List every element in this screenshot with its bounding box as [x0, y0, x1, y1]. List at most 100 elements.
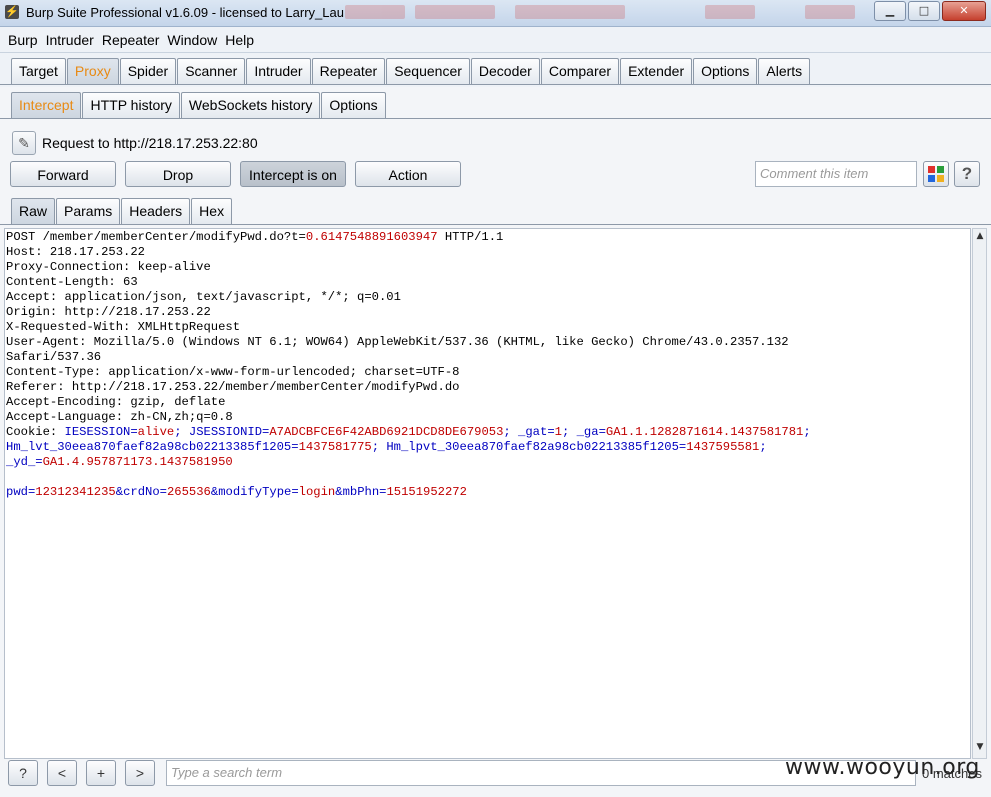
tab-extender[interactable]: Extender: [620, 58, 693, 84]
tab-spider[interactable]: Spider: [119, 58, 177, 84]
tab-target[interactable]: Target: [11, 58, 66, 84]
scroll-down-icon[interactable]: ▼: [974, 742, 986, 756]
param-value: 265536: [166, 485, 211, 499]
help-button[interactable]: ?: [954, 161, 980, 187]
param-name: modifyType: [218, 485, 292, 499]
request-line: X-Requested-With: XMLHttpRequest: [5, 320, 970, 335]
forward-button[interactable]: Forward: [10, 161, 116, 187]
search-previous-button[interactable]: <: [47, 760, 77, 786]
request-line: Referer: http://218.17.253.22/member/mem…: [5, 380, 970, 395]
param-name: &: [115, 485, 124, 499]
request-target-label: Request to http://218.17.253.22:80: [42, 135, 258, 151]
search-next-button[interactable]: >: [125, 760, 155, 786]
param-name: ;: [503, 425, 519, 439]
color-swatch-green: [937, 166, 944, 173]
menu-window[interactable]: Window: [167, 32, 217, 48]
search-options-button[interactable]: +: [86, 760, 116, 786]
param-name: ;: [759, 440, 767, 454]
editor-scrollbar[interactable]: ▲ ▼: [972, 228, 987, 759]
maximize-button[interactable]: □: [908, 1, 940, 21]
tab-sequencer[interactable]: Sequencer: [386, 58, 470, 84]
tab-headers[interactable]: Headers: [121, 198, 191, 224]
request-text: Host: 218.17.253.22: [6, 245, 145, 259]
intercept-toggle-button[interactable]: Intercept is on: [240, 161, 346, 187]
param-name: JSESSIONID: [188, 425, 263, 439]
param-name: ;: [174, 425, 189, 439]
tab-scanner[interactable]: Scanner: [177, 58, 246, 84]
tab-intercept[interactable]: Intercept: [11, 92, 82, 118]
tab-comparer[interactable]: Comparer: [540, 58, 620, 84]
request-line: Safari/537.36: [5, 350, 970, 365]
drop-button[interactable]: Drop: [125, 161, 231, 187]
color-swatch-blue: [928, 175, 935, 182]
param-name: ;: [803, 425, 811, 439]
divider: [0, 118, 991, 119]
menu-repeater[interactable]: Repeater: [102, 32, 160, 48]
minimize-button[interactable]: ▁: [874, 1, 906, 21]
param-name: =: [291, 440, 299, 454]
param-name: IESESSION: [64, 425, 131, 439]
tab-repeater[interactable]: Repeater: [311, 58, 386, 84]
highlight-color-button[interactable]: [923, 161, 949, 187]
request-line: Origin: http://218.17.253.22: [5, 305, 970, 320]
param-value: alive: [137, 425, 175, 439]
request-text: POST /member/memberCenter/modifyPwd.do?t…: [6, 230, 306, 244]
pencil-icon[interactable]: ✎: [12, 131, 36, 155]
tab-hex[interactable]: Hex: [191, 198, 233, 224]
color-swatch-yellow: [937, 175, 944, 182]
tab-decoder[interactable]: Decoder: [470, 58, 540, 84]
param-value: 0.6147548891603947: [305, 230, 438, 244]
request-text: X-Requested-With: XMLHttpRequest: [6, 320, 241, 334]
tab-raw[interactable]: Raw: [11, 198, 56, 224]
request-line: POST /member/memberCenter/modifyPwd.do?t…: [5, 230, 970, 245]
menu-help[interactable]: Help: [225, 32, 254, 48]
tab-proxy-options[interactable]: Options: [321, 92, 386, 118]
request-line: _yd_=GA1.4.957871173.1437581950: [5, 455, 970, 470]
tab-http-history[interactable]: HTTP history: [82, 92, 180, 118]
param-value: 1437581775: [298, 440, 372, 454]
request-line: User-Agent: Mozilla/5.0 (Windows NT 6.1;…: [5, 335, 970, 350]
request-line: Proxy-Connection: keep-alive: [5, 260, 970, 275]
param-value: 12312341235: [35, 485, 116, 499]
comment-input[interactable]: Comment this item: [755, 161, 917, 187]
request-text: Safari/537.36: [6, 350, 102, 364]
param-name: =: [547, 425, 555, 439]
tab-params[interactable]: Params: [56, 198, 121, 224]
param-value: login: [298, 485, 336, 499]
request-line: Hm_lvt_30eea870faef82a98cb02213385f1205=…: [5, 440, 970, 455]
tab-intruder[interactable]: Intruder: [246, 58, 311, 84]
burp-logo-icon: ⚡: [5, 5, 19, 19]
menu-bar: Burp Intruder Repeater Window Help: [0, 27, 991, 53]
color-swatch-red: [928, 166, 935, 173]
param-name: crdNo: [123, 485, 160, 499]
watermark: www.wooyun.org: [785, 755, 980, 780]
request-line: Accept-Language: zh-CN,zh;q=0.8: [5, 410, 970, 425]
request-editor[interactable]: POST /member/memberCenter/modifyPwd.do?t…: [4, 228, 971, 759]
action-button[interactable]: Action: [355, 161, 461, 187]
search-help-button[interactable]: ?: [8, 760, 38, 786]
divider: [0, 224, 991, 225]
request-text: HTTP/1.1: [437, 230, 504, 244]
param-name: _gat: [518, 425, 548, 439]
param-value: GA1.4.957871173.1437581950: [42, 455, 233, 469]
request-line: Accept: application/json, text/javascrip…: [5, 290, 970, 305]
tab-websockets-history[interactable]: WebSockets history: [180, 92, 321, 118]
scroll-up-icon[interactable]: ▲: [974, 231, 986, 245]
param-value: GA1.1.1282871614.1437581781: [605, 425, 804, 439]
request-line: Cookie: IESESSION=alive; JSESSIONID=A7AD…: [5, 425, 970, 440]
request-line: pwd=12312341235&crdNo=265536&modifyType=…: [5, 485, 970, 500]
menu-burp[interactable]: Burp: [8, 32, 38, 48]
param-name: =: [159, 485, 167, 499]
request-text: Accept-Language: zh-CN,zh;q=0.8: [6, 410, 233, 424]
background-banner: [345, 3, 865, 21]
param-name: =: [35, 455, 43, 469]
menu-intruder[interactable]: Intruder: [46, 32, 94, 48]
param-value: 1: [554, 425, 562, 439]
tab-options[interactable]: Options: [693, 58, 758, 84]
tab-proxy[interactable]: Proxy: [66, 58, 119, 84]
tab-alerts[interactable]: Alerts: [758, 58, 811, 84]
close-button[interactable]: ✕: [942, 1, 986, 21]
request-text: Origin: http://218.17.253.22: [6, 305, 211, 319]
proxy-tab-bar: Intercept HTTP history WebSockets histor…: [0, 92, 387, 118]
param-name: Hm_lpvt_30eea870faef82a98cb02213385f1205: [386, 440, 679, 454]
